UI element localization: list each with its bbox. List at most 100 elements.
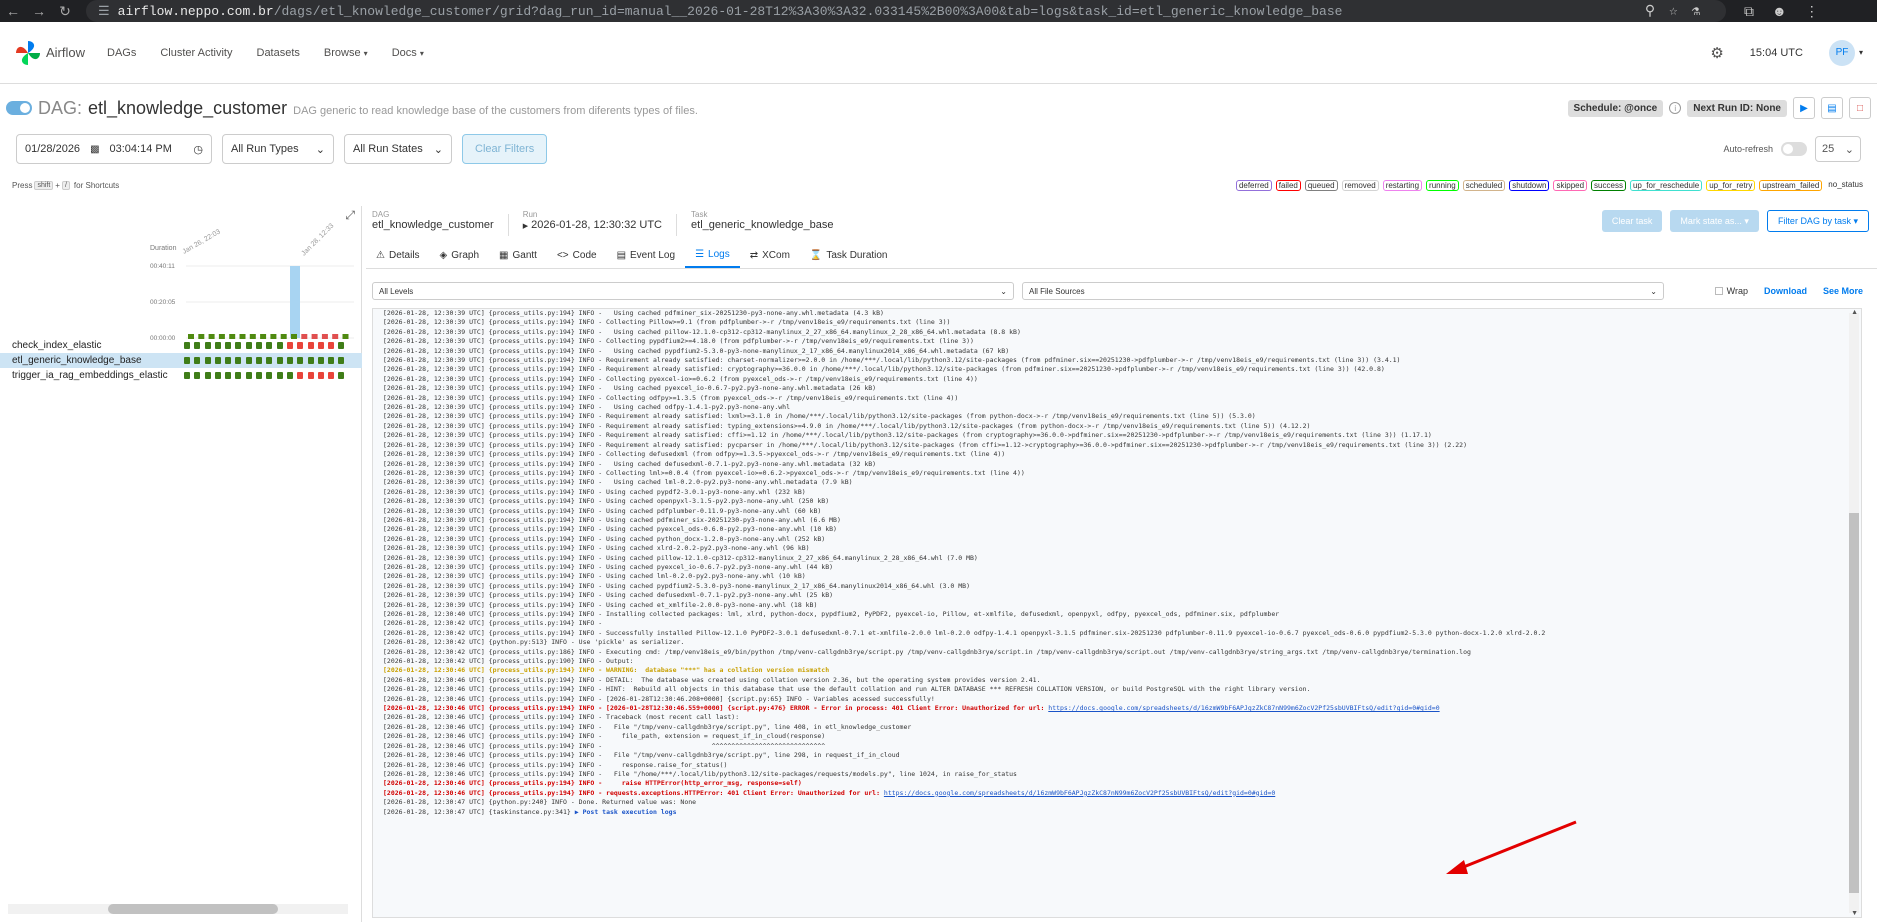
dag-title[interactable]: etl_knowledge_customer xyxy=(88,98,287,119)
task-instance-square[interactable] xyxy=(286,357,293,364)
task-instance-square[interactable] xyxy=(266,342,273,349)
site-info-icon[interactable]: ☰ xyxy=(98,4,110,19)
task-name[interactable]: check_index_elastic xyxy=(12,340,184,351)
legend-restarting[interactable]: restarting xyxy=(1382,179,1423,191)
wrap-toggle[interactable]: Wrap xyxy=(1714,286,1748,296)
back-icon[interactable]: ← xyxy=(0,3,26,19)
task-instance-square[interactable] xyxy=(184,357,190,364)
task-instance-square[interactable] xyxy=(317,342,324,349)
task-instance-square[interactable] xyxy=(297,372,304,379)
address-bar[interactable]: ☰ airflow.neppo.com.br /dags/etl_knowled… xyxy=(86,0,1726,22)
task-instance-square[interactable] xyxy=(307,342,314,349)
task-instance-square[interactable] xyxy=(338,342,345,349)
nav-dags[interactable]: DAGs xyxy=(107,47,136,59)
tab-task-duration[interactable]: ⌛ Task Duration xyxy=(800,243,898,268)
legend-queued[interactable]: queued xyxy=(1304,179,1338,191)
task-name[interactable]: trigger_ia_rag_embeddings_elastic xyxy=(12,370,184,381)
delete-dag-button[interactable]: □ xyxy=(1849,97,1871,119)
task-row[interactable]: etl_generic_knowledge_base xyxy=(0,353,362,368)
task-instance-square[interactable] xyxy=(235,342,242,349)
task-instance-square[interactable] xyxy=(204,372,211,379)
task-instance-square[interactable] xyxy=(328,357,335,364)
task-instance-square[interactable] xyxy=(225,357,232,364)
task-instance-square[interactable] xyxy=(328,372,335,379)
file-source-select[interactable]: All File Sources ⌄ xyxy=(1022,282,1664,300)
log-url-link[interactable]: https://docs.google.com/spreadsheets/d/1… xyxy=(884,789,1275,797)
autorefresh-toggle[interactable] xyxy=(1781,142,1807,156)
reload-icon[interactable]: ↻ xyxy=(52,3,78,20)
mark-state-button[interactable]: Mark state as... ▾ xyxy=(1670,210,1759,232)
task-instance-square[interactable] xyxy=(245,372,252,379)
clear-task-button[interactable]: Clear task xyxy=(1601,210,1663,232)
info-icon[interactable]: i xyxy=(1669,102,1682,114)
grid-scrollbar[interactable] xyxy=(8,904,348,914)
task-instance-square[interactable] xyxy=(204,357,211,364)
task-instance-square[interactable] xyxy=(194,372,201,379)
task-instance-square[interactable] xyxy=(317,372,324,379)
task-instance-square[interactable] xyxy=(214,372,221,379)
tab-logs[interactable]: ☰ Logs xyxy=(685,243,740,268)
task-instance-square[interactable] xyxy=(204,342,211,349)
legend-up_for_retry[interactable]: up_for_retry xyxy=(1706,179,1756,191)
crumb-task[interactable]: Task etl_generic_knowledge_base xyxy=(691,210,834,236)
scroll-down-icon[interactable]: ▼ xyxy=(1851,910,1858,917)
task-instance-square[interactable] xyxy=(194,357,201,364)
task-instance-square[interactable] xyxy=(245,342,252,349)
legend-removed[interactable]: removed xyxy=(1341,179,1379,191)
task-instance-square[interactable] xyxy=(307,357,314,364)
tab-details[interactable]: ⚠ Details xyxy=(366,243,430,268)
task-instance-square[interactable] xyxy=(214,357,221,364)
task-instance-square[interactable] xyxy=(297,357,304,364)
legend-no_status[interactable]: no_status xyxy=(1826,180,1865,191)
see-more-button[interactable]: See More xyxy=(1823,286,1863,296)
legend-skipped[interactable]: skipped xyxy=(1553,179,1588,191)
task-instance-square[interactable] xyxy=(225,372,232,379)
nav-datasets[interactable]: Datasets xyxy=(257,47,300,59)
run-limit-select[interactable]: 25 ⌄ xyxy=(1815,136,1861,162)
base-date-input[interactable]: 01/28/2026 ▩ 03:04:14 PM ◷ xyxy=(16,134,212,164)
browser-menu-icon[interactable]: ⋮ xyxy=(1805,3,1819,20)
task-instance-square[interactable] xyxy=(276,342,283,349)
task-instance-square[interactable] xyxy=(338,357,345,364)
task-instance-square[interactable] xyxy=(256,342,263,349)
log-scrollbar[interactable] xyxy=(1849,313,1859,913)
task-instance-square[interactable] xyxy=(256,357,263,364)
task-row[interactable]: check_index_elastic xyxy=(0,338,362,353)
task-instance-square[interactable] xyxy=(338,372,345,379)
task-instance-square[interactable] xyxy=(307,372,314,379)
task-row[interactable]: trigger_ia_rag_embeddings_elastic xyxy=(0,368,362,383)
task-name[interactable]: etl_generic_knowledge_base xyxy=(12,355,184,366)
legend-success[interactable]: success xyxy=(1591,179,1626,191)
tab-gantt[interactable]: ▦ Gantt xyxy=(489,243,547,268)
run-types-select[interactable]: All Run Types ⌄ xyxy=(222,134,334,164)
task-instance-square[interactable] xyxy=(194,342,201,349)
legend-failed[interactable]: failed xyxy=(1275,179,1301,191)
task-instance-square[interactable] xyxy=(235,372,242,379)
legend-shutdown[interactable]: shutdown xyxy=(1509,179,1550,191)
task-instance-square[interactable] xyxy=(184,372,190,379)
tab-event-log[interactable]: ▤ Event Log xyxy=(607,243,686,268)
filter-dag-button[interactable]: Filter DAG by task ▾ xyxy=(1766,210,1869,232)
nav-browse[interactable]: Browse ▾ xyxy=(324,47,368,59)
legend-deferred[interactable]: deferred xyxy=(1235,179,1272,191)
parse-dag-button[interactable]: ▤ xyxy=(1821,97,1843,119)
task-instance-square[interactable] xyxy=(276,372,283,379)
run-states-select[interactable]: All Run States ⌄ xyxy=(344,134,452,164)
task-instance-square[interactable] xyxy=(286,342,293,349)
trigger-dag-button[interactable]: ▶ xyxy=(1793,97,1815,119)
legend-up_for_reschedule[interactable]: up_for_reschedule xyxy=(1629,179,1703,191)
log-level-select[interactable]: All Levels ⌄ xyxy=(372,282,1014,300)
nav-cluster-activity[interactable]: Cluster Activity xyxy=(160,47,232,59)
legend-running[interactable]: running xyxy=(1426,179,1459,191)
profile-icon[interactable]: ☻ xyxy=(1772,3,1787,20)
task-instance-square[interactable] xyxy=(184,342,190,349)
task-instance-square[interactable] xyxy=(286,372,293,379)
tab-graph[interactable]: ◈ Graph xyxy=(430,243,490,268)
clock-time[interactable]: 15:04 UTC xyxy=(1750,47,1803,59)
extensions-icon[interactable]: ⧉ xyxy=(1744,3,1754,20)
task-instance-square[interactable] xyxy=(245,357,252,364)
forward-icon[interactable]: → xyxy=(26,3,52,19)
scroll-up-icon[interactable]: ▲ xyxy=(1851,309,1858,316)
gear-icon[interactable]: ⚙ xyxy=(1710,44,1723,62)
scrollbar-thumb[interactable] xyxy=(108,904,278,914)
